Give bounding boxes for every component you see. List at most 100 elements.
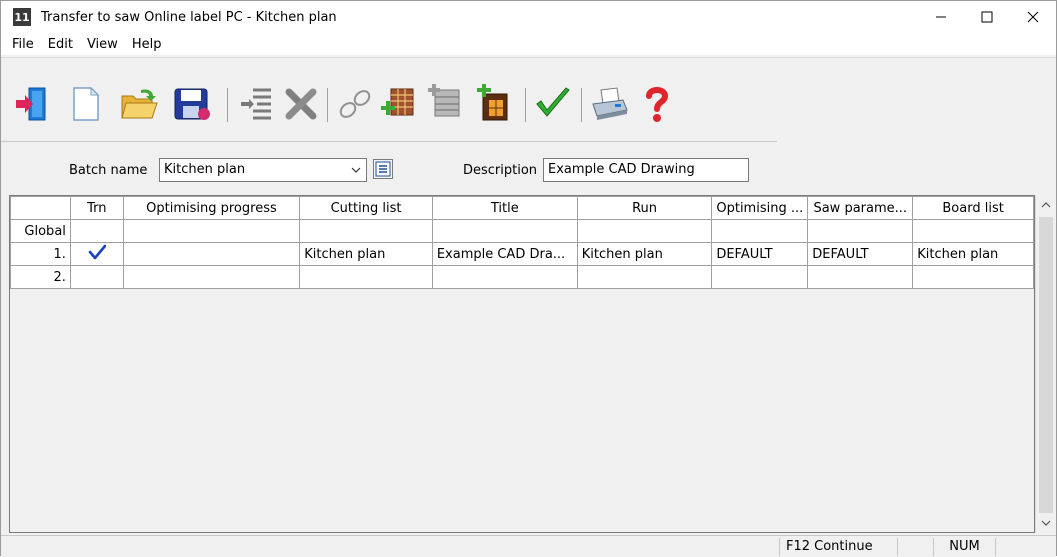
toolbar-row xyxy=(1,58,777,142)
add-batch-icon xyxy=(381,88,414,116)
scroll-thumb[interactable] xyxy=(1039,217,1053,513)
title-cell[interactable]: Example CAD Dra... xyxy=(431,242,578,266)
exit-button[interactable] xyxy=(13,84,53,124)
toolbar-separator xyxy=(327,88,328,122)
row-header[interactable]: Global xyxy=(10,219,71,243)
trn-cell[interactable] xyxy=(69,219,124,243)
accept-button[interactable] xyxy=(533,84,573,124)
exit-icon xyxy=(16,87,46,121)
chevron-down-icon xyxy=(1041,520,1051,526)
column-header-trn[interactable]: Trn xyxy=(69,196,124,220)
column-header-board-list[interactable]: Board list xyxy=(912,196,1034,220)
add-board-button[interactable] xyxy=(475,83,515,124)
add-batch-button[interactable] xyxy=(379,84,419,124)
table-row[interactable]: 2. xyxy=(10,265,1034,289)
cutting-list-cell[interactable] xyxy=(299,219,433,243)
trn-cell[interactable] xyxy=(69,242,124,266)
board-list-cell[interactable] xyxy=(912,219,1034,243)
menu-bar: File Edit View Help xyxy=(1,33,1056,55)
batch-list-button[interactable] xyxy=(373,159,393,179)
close-icon xyxy=(1027,11,1039,23)
save-button[interactable] xyxy=(171,84,211,124)
cutting-list-cell[interactable] xyxy=(299,265,433,289)
column-header-saw-params[interactable]: Saw parame... xyxy=(807,196,914,220)
toolbar xyxy=(1,57,1056,147)
chevron-up-icon xyxy=(1041,202,1051,208)
title-cell[interactable] xyxy=(431,219,578,243)
optimising-cell[interactable] xyxy=(711,265,809,289)
save-icon xyxy=(174,88,210,120)
column-header-run[interactable]: Run xyxy=(576,196,713,220)
close-button[interactable] xyxy=(1010,1,1056,33)
insert-line-button[interactable] xyxy=(237,84,277,124)
menu-file[interactable]: File xyxy=(5,37,41,52)
batch-name-select[interactable]: Kitchen plan xyxy=(159,158,367,182)
title-cell[interactable] xyxy=(431,265,578,289)
minimize-button[interactable] xyxy=(918,1,964,33)
status-continue: F12 Continue xyxy=(779,538,897,556)
column-header-cutting-list[interactable]: Cutting list xyxy=(299,196,433,220)
header-row: Trn Optimising progress Cutting list Tit… xyxy=(10,196,1034,220)
scroll-down-button[interactable] xyxy=(1036,513,1056,533)
list-icon xyxy=(375,161,391,177)
progress-cell[interactable] xyxy=(122,242,301,266)
delete-icon xyxy=(285,88,317,120)
new-button[interactable] xyxy=(65,84,105,124)
batch-name-label: Batch name xyxy=(69,163,148,178)
maximize-icon xyxy=(981,11,993,23)
table-row[interactable]: Global xyxy=(10,219,1034,243)
column-header-corner xyxy=(10,196,71,220)
saw-params-cell[interactable] xyxy=(807,265,914,289)
copy-list-button[interactable] xyxy=(425,84,465,124)
add-board-icon xyxy=(477,83,508,121)
delete-button[interactable] xyxy=(281,84,321,124)
progress-cell[interactable] xyxy=(122,265,301,289)
menu-help[interactable]: Help xyxy=(125,37,169,52)
saw-params-cell[interactable] xyxy=(807,219,914,243)
run-cell[interactable] xyxy=(576,265,713,289)
description-label: Description xyxy=(463,163,538,178)
maximize-button[interactable] xyxy=(964,1,1010,33)
description-field[interactable]: Example CAD Drawing xyxy=(543,158,749,182)
open-folder-icon xyxy=(121,89,158,119)
column-header-title[interactable]: Title xyxy=(431,196,578,220)
menu-edit[interactable]: Edit xyxy=(41,37,80,52)
menu-view[interactable]: View xyxy=(80,37,125,52)
checkmark-icon xyxy=(88,244,107,260)
table-row[interactable]: 1. Kitchen plan Example CAD Dra... Kitch… xyxy=(10,242,1034,266)
vertical-scrollbar[interactable] xyxy=(1035,195,1055,533)
progress-cell[interactable] xyxy=(122,219,301,243)
insert-line-icon xyxy=(241,88,271,120)
trn-cell[interactable] xyxy=(69,265,124,289)
row-header[interactable]: 1. xyxy=(10,242,71,266)
optimising-cell[interactable]: DEFAULT xyxy=(711,242,809,266)
toolbar-separator xyxy=(227,88,228,122)
minimize-icon xyxy=(936,16,946,18)
window-title: Transfer to saw Online label PC - Kitche… xyxy=(41,9,337,25)
run-cell[interactable] xyxy=(576,219,713,243)
app-window: 11 Transfer to saw Online label PC - Kit… xyxy=(0,0,1057,557)
board-list-cell[interactable]: Kitchen plan xyxy=(912,242,1034,266)
status-extra xyxy=(995,538,1051,556)
title-bar[interactable]: 11 Transfer to saw Online label PC - Kit… xyxy=(1,1,1056,33)
print-button[interactable] xyxy=(589,84,629,124)
link-icon xyxy=(339,90,371,118)
open-button[interactable] xyxy=(119,84,159,124)
toolbar-separator xyxy=(581,88,582,122)
description-value: Example CAD Drawing xyxy=(548,162,695,177)
cutting-list-cell[interactable]: Kitchen plan xyxy=(299,242,433,266)
run-cell[interactable]: Kitchen plan xyxy=(576,242,713,266)
toolbar-separator xyxy=(525,88,526,122)
scroll-up-button[interactable] xyxy=(1036,195,1056,215)
board-list-cell[interactable] xyxy=(912,265,1034,289)
saw-params-cell[interactable]: DEFAULT xyxy=(807,242,914,266)
app-icon: 11 xyxy=(13,8,31,26)
link-button[interactable] xyxy=(335,84,375,124)
optimising-cell[interactable] xyxy=(711,219,809,243)
print-icon xyxy=(592,87,628,120)
status-empty xyxy=(897,538,933,556)
row-header[interactable]: 2. xyxy=(10,265,71,289)
help-button[interactable] xyxy=(637,84,677,124)
column-header-optimising[interactable]: Optimising ... xyxy=(711,196,809,220)
column-header-progress[interactable]: Optimising progress xyxy=(122,196,301,220)
